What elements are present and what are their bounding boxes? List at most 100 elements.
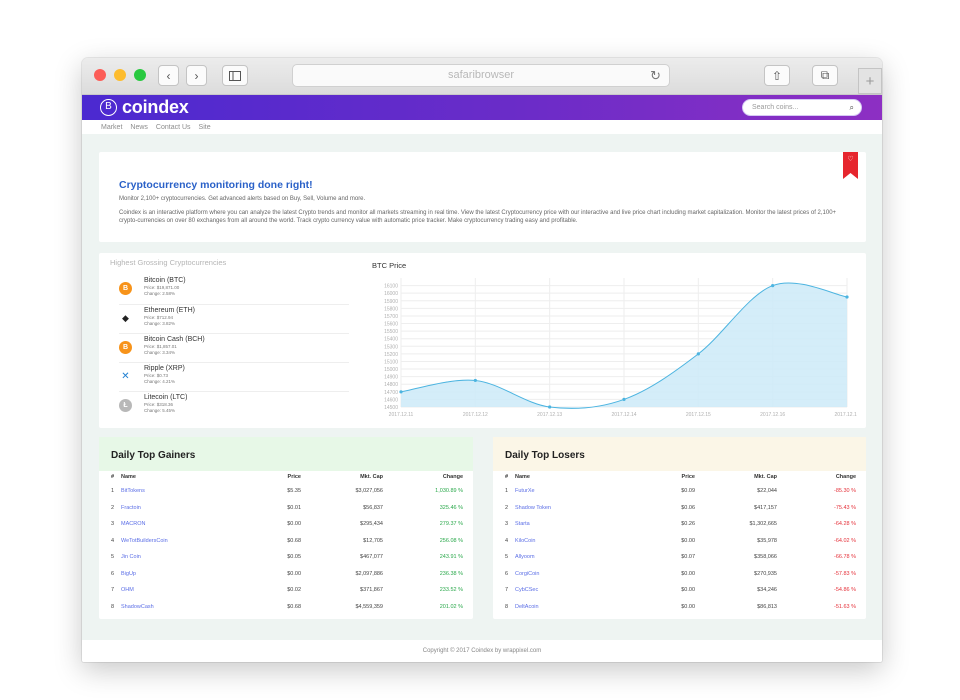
bookmark-ribbon[interactable]: ♡ [843,152,858,179]
col-mkt-cap[interactable]: Mkt. Cap [301,471,383,483]
tabs-overview-button[interactable]: ⧉ [812,65,838,86]
col-change[interactable]: Change [777,471,866,483]
coin-link[interactable]: FuturXe [515,483,635,500]
share-button[interactable]: ⇧ [764,65,790,86]
table-row[interactable]: 7 OHM $0.02 $371,867 233.52 % [99,582,473,599]
row-rank: 4 [505,537,509,544]
coin-change: Change: 2.58% [144,290,176,296]
table-row[interactable]: 4 WeTotBuildersCoin $0.68 $12,705 256.08 % [99,533,473,550]
heart-icon: ♡ [847,156,854,163]
table-row[interactable]: 3 MACRON $0.00 $295,434 279.37 % [99,516,473,533]
col-mkt-cap[interactable]: Mkt. Cap [695,471,777,483]
table-row[interactable]: 3 Starta $0.26 $1,302,665 -64.28 % [493,516,866,533]
coin-link[interactable]: Fractoin [121,500,241,517]
row-mkt-cap: $56,837 [363,504,383,511]
coin-link[interactable]: CybCSec [515,582,635,599]
row-price: $0.00 [287,521,301,528]
new-tab-button[interactable]: + [858,68,882,94]
search-input[interactable]: Search coins... ⌕ [742,99,862,116]
table-row[interactable]: 5 Jin Coin $0.05 $467,077 243.91 % [99,549,473,566]
table-row[interactable]: 4 KiloCoin $0.00 $35,978 -64.02 % [493,533,866,550]
coin-link[interactable]: MACRON [121,516,241,533]
row-mkt-cap: $2,097,886 [355,570,383,577]
coin-link[interactable]: Starta [515,516,635,533]
coin-link[interactable]: KiloCoin [515,533,635,550]
col-name[interactable]: Name [515,471,635,483]
row-rank: 6 [111,570,115,577]
back-button[interactable]: ‹ [158,65,179,86]
address-bar[interactable]: safaribrowser ↻ [292,64,670,87]
col-change[interactable]: Change [383,471,473,483]
close-window-button[interactable] [94,69,106,81]
row-mkt-cap: $1,302,665 [749,521,777,528]
minimize-window-button[interactable] [114,69,126,81]
coin-item[interactable]: B Bitcoin Cash (BCH) Price: $1,857.01 Ch… [119,336,205,355]
reload-icon[interactable]: ↻ [650,65,661,86]
row-mkt-cap: $417,157 [754,504,777,511]
table-row[interactable]: 5 Allyoom $0.07 $358,066 -66.78 % [493,549,866,566]
table-row[interactable]: 8 ShadowCash $0.68 $4,559,359 201.02 % [99,599,473,616]
coin-link[interactable]: BigUp [121,566,241,583]
coin-link[interactable]: WeTotBuildersCoin [121,533,241,550]
coin-link[interactable]: Allyoom [515,549,635,566]
address-text: safaribrowser [447,69,515,81]
coin-link[interactable]: ShadowCash [121,599,241,616]
browser-toolbar: ‹ › safaribrowser ↻ ⇧ ⧉ + [82,58,882,95]
coin-link[interactable]: OHM [121,582,241,599]
table-row[interactable]: 2 Fractoin $0.01 $56,837 325.46 % [99,500,473,517]
chart-title: BTC Price [372,261,407,270]
row-mkt-cap: $35,978 [757,537,777,544]
coin-item[interactable]: Ł Litecoin (LTC) Price: $318.36 Change: … [119,394,187,413]
coin-link[interactable]: Shadow Token [515,500,635,517]
nav-item-news[interactable]: News [130,124,148,131]
nav-item-contact[interactable]: Contact Us [156,124,191,131]
col-name[interactable]: Name [121,471,241,483]
col-rank[interactable]: # [493,471,515,483]
nav-item-site[interactable]: Site [199,124,211,131]
table-row[interactable]: 8 DeltAcoin $0.00 $86,813 -51.63 % [493,599,866,616]
table-row[interactable]: 7 CybCSec $0.00 $34,246 -54.86 % [493,582,866,599]
litecoin-icon: Ł [119,399,132,412]
row-rank: 5 [505,554,509,561]
coin-item[interactable]: ✕ Ripple (XRP) Price: $0.73 Change: 4.21… [119,365,185,384]
row-price: $0.68 [287,603,301,610]
coin-change: Change: 4.21% [144,378,176,384]
table-row[interactable]: 2 Shadow Token $0.06 $417,157 -75.43 % [493,500,866,517]
coin-link[interactable]: Jin Coin [121,549,241,566]
search-icon[interactable]: ⌕ [850,100,854,115]
row-change: -66.78 % [833,554,856,561]
row-rank: 8 [505,603,509,610]
col-rank[interactable]: # [99,471,121,483]
row-change: -75.43 % [833,504,856,511]
row-change: 256.08 % [439,537,463,544]
col-price[interactable]: Price [241,471,301,483]
coin-link[interactable]: CorgiCoin [515,566,635,583]
site-logo[interactable]: B coindex [100,97,189,118]
y-tick-label: 15300 [384,344,398,350]
col-price[interactable]: Price [635,471,695,483]
table-row[interactable]: 1 FuturXe $0.09 $22,044 -85.30 % [493,483,866,500]
table-row[interactable]: 6 BigUp $0.00 $2,097,886 236.38 % [99,566,473,583]
coin-change: Change: 3.82% [144,320,176,326]
sidebar-toggle-button[interactable] [222,65,248,86]
hero-subtitle: Monitor 2,100+ cryptocurrencies. Get adv… [119,196,366,202]
site-header: B coindex Search coins... ⌕ [82,95,882,120]
table-row[interactable]: 6 CorgiCoin $0.00 $270,935 -57.83 % [493,566,866,583]
zoom-window-button[interactable] [134,69,146,81]
coin-item[interactable]: B Bitcoin (BTC) Price: $19,871.00 Change… [119,277,186,296]
ripple-icon: ✕ [121,371,130,382]
coin-item[interactable]: ◆ Ethereum (ETH) Price: $712.94 Change: … [119,307,195,326]
coin-name: Ripple (XRP) [144,365,185,372]
table-row[interactable]: 1 BitTokens $5.35 $3,027,056 1,030.89 % [99,483,473,500]
row-price: $0.00 [681,537,695,544]
row-mkt-cap: $270,935 [754,570,777,577]
row-change: -51.63 % [833,603,856,610]
nav-item-market[interactable]: Market [101,124,122,131]
forward-button[interactable]: › [186,65,207,86]
divider [119,391,349,392]
row-price: $0.09 [681,488,695,495]
coin-link[interactable]: BitTokens [121,483,241,500]
y-tick-label: 15400 [384,337,398,343]
coin-link[interactable]: DeltAcoin [515,599,635,616]
y-tick-label: 15200 [384,352,398,358]
